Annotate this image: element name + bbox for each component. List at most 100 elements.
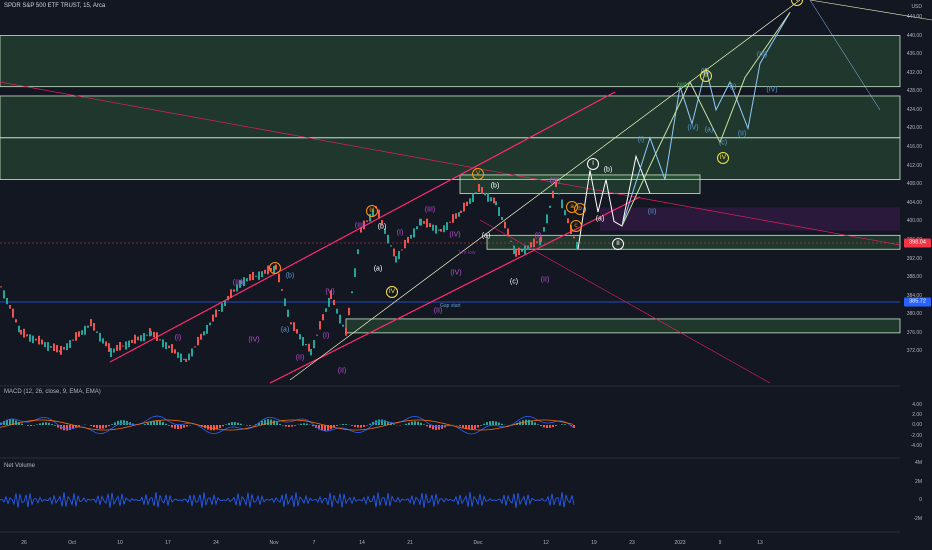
wave-label[interactable]: (I) — [323, 333, 330, 340]
wave-label[interactable]: IV — [717, 152, 729, 164]
wave-label[interactable]: (I) — [638, 137, 645, 144]
wave-label[interactable]: (a) — [596, 216, 605, 223]
macd-bar — [552, 425, 554, 428]
macd-bar — [114, 422, 116, 425]
candle — [316, 334, 318, 336]
wave-label[interactable]: (V) — [325, 289, 334, 296]
wave-label[interactable]: (III) — [355, 223, 366, 230]
time-tick: Nov — [269, 540, 279, 546]
wave-label[interactable]: I — [269, 262, 281, 274]
wave-label[interactable]: (b) — [491, 183, 500, 190]
current-price-badge: 398.04 — [904, 238, 931, 248]
net-volume-title[interactable]: Net Volume — [4, 463, 35, 469]
candle — [395, 256, 397, 263]
wave-label[interactable]: (c) — [510, 279, 518, 286]
candle — [20, 329, 22, 335]
wave-label[interactable]: III — [366, 205, 378, 217]
wave-label[interactable]: (b) — [378, 224, 387, 231]
candle — [278, 273, 280, 283]
candle — [252, 271, 254, 281]
macd-bar — [357, 425, 359, 428]
macd-bar — [438, 425, 440, 430]
chart-canvas[interactable] — [0, 0, 932, 550]
macd-bar — [294, 425, 296, 426]
candle — [290, 322, 292, 325]
candle — [322, 314, 324, 321]
wave-label[interactable]: (III) — [233, 280, 244, 287]
candle — [191, 348, 193, 357]
wave-label[interactable]: III — [700, 70, 712, 82]
candles — [0, 179, 578, 363]
candle — [194, 346, 196, 348]
wave-label[interactable]: I — [587, 158, 599, 170]
wave-label[interactable]: V — [472, 168, 484, 180]
price-tick: 400.00 — [906, 218, 922, 225]
wave-label[interactable]: (b) — [604, 167, 613, 174]
candle — [404, 239, 406, 249]
wave-label[interactable]: (III) — [550, 178, 561, 185]
wave-label[interactable]: (IV) — [687, 125, 698, 132]
candle — [378, 209, 380, 219]
candle — [549, 205, 551, 208]
wave-label[interactable]: (II) — [434, 308, 443, 315]
wave-label[interactable]: (I) — [730, 84, 737, 91]
candle — [446, 222, 448, 231]
wave-label[interactable]: IV — [386, 286, 398, 298]
candle — [122, 345, 124, 347]
macd-bar — [369, 423, 371, 425]
candle — [310, 349, 312, 356]
candle — [308, 343, 310, 352]
candle — [429, 223, 431, 228]
zone-box — [0, 35, 901, 88]
candle — [533, 238, 535, 248]
wave-label[interactable]: (a) — [482, 233, 491, 240]
macd-tick: -4.00 — [910, 443, 922, 449]
wave-label[interactable]: (IV) — [449, 232, 460, 239]
wave-label[interactable]: (II) — [541, 277, 550, 284]
macd-tick: 2.00 — [912, 412, 922, 418]
candle — [243, 277, 245, 287]
candle — [435, 225, 437, 234]
wave-label[interactable]: (a) — [705, 127, 714, 134]
candle — [12, 308, 14, 318]
wave-label[interactable]: (IV) — [766, 87, 777, 94]
macd-bar — [423, 424, 425, 425]
wave-label[interactable]: (II) — [338, 368, 347, 375]
macd-bar — [177, 425, 179, 430]
wave-label[interactable]: (c) — [719, 140, 727, 147]
wave-label[interactable]: II — [612, 238, 624, 250]
time-tick: 10 — [117, 540, 123, 546]
macd-bar — [471, 425, 473, 430]
wave-label[interactable]: (I) — [535, 233, 542, 240]
candle — [336, 308, 338, 314]
macd-title[interactable]: MACD (12, 26, close, 9, EMA, EMA) — [4, 389, 101, 395]
macd-tick: -2.00 — [910, 433, 922, 439]
wave-label[interactable]: c — [570, 220, 582, 232]
price-tick: 424.00 — [906, 106, 922, 113]
wave-label[interactable]: (II) — [648, 209, 657, 216]
wave-label[interactable]: b — [574, 203, 586, 215]
macd-bar — [174, 425, 176, 429]
wave-label[interactable]: (b) — [286, 273, 295, 280]
symbol-title[interactable]: SPDR S&P 500 ETF TRUST, 15, Arca — [4, 3, 105, 9]
macd-bar — [414, 421, 416, 425]
time-tick: 21 — [407, 540, 413, 546]
macd-bar — [99, 425, 101, 429]
wave-label[interactable]: (I) — [397, 230, 404, 237]
wave-label[interactable]: (a) — [374, 266, 383, 273]
one-hr-low-label: 1 hr low — [458, 250, 476, 256]
macd-bar — [528, 419, 530, 425]
wave-label[interactable]: (II) — [738, 131, 747, 138]
macd-bar — [285, 425, 287, 427]
wave-label[interactable]: (IV) — [248, 337, 259, 344]
wave-label[interactable]: (III) — [757, 52, 768, 59]
candle — [78, 331, 80, 337]
wave-label[interactable]: (I) — [175, 335, 182, 342]
wave-label[interactable]: (IV) — [450, 270, 461, 277]
candle — [113, 348, 115, 353]
wave-label[interactable]: (II) — [296, 355, 305, 362]
wave-label[interactable]: (III) — [677, 83, 688, 90]
wave-label[interactable]: (III) — [425, 207, 436, 214]
wave-label[interactable]: (a) — [281, 327, 290, 334]
macd-bar — [324, 425, 326, 431]
